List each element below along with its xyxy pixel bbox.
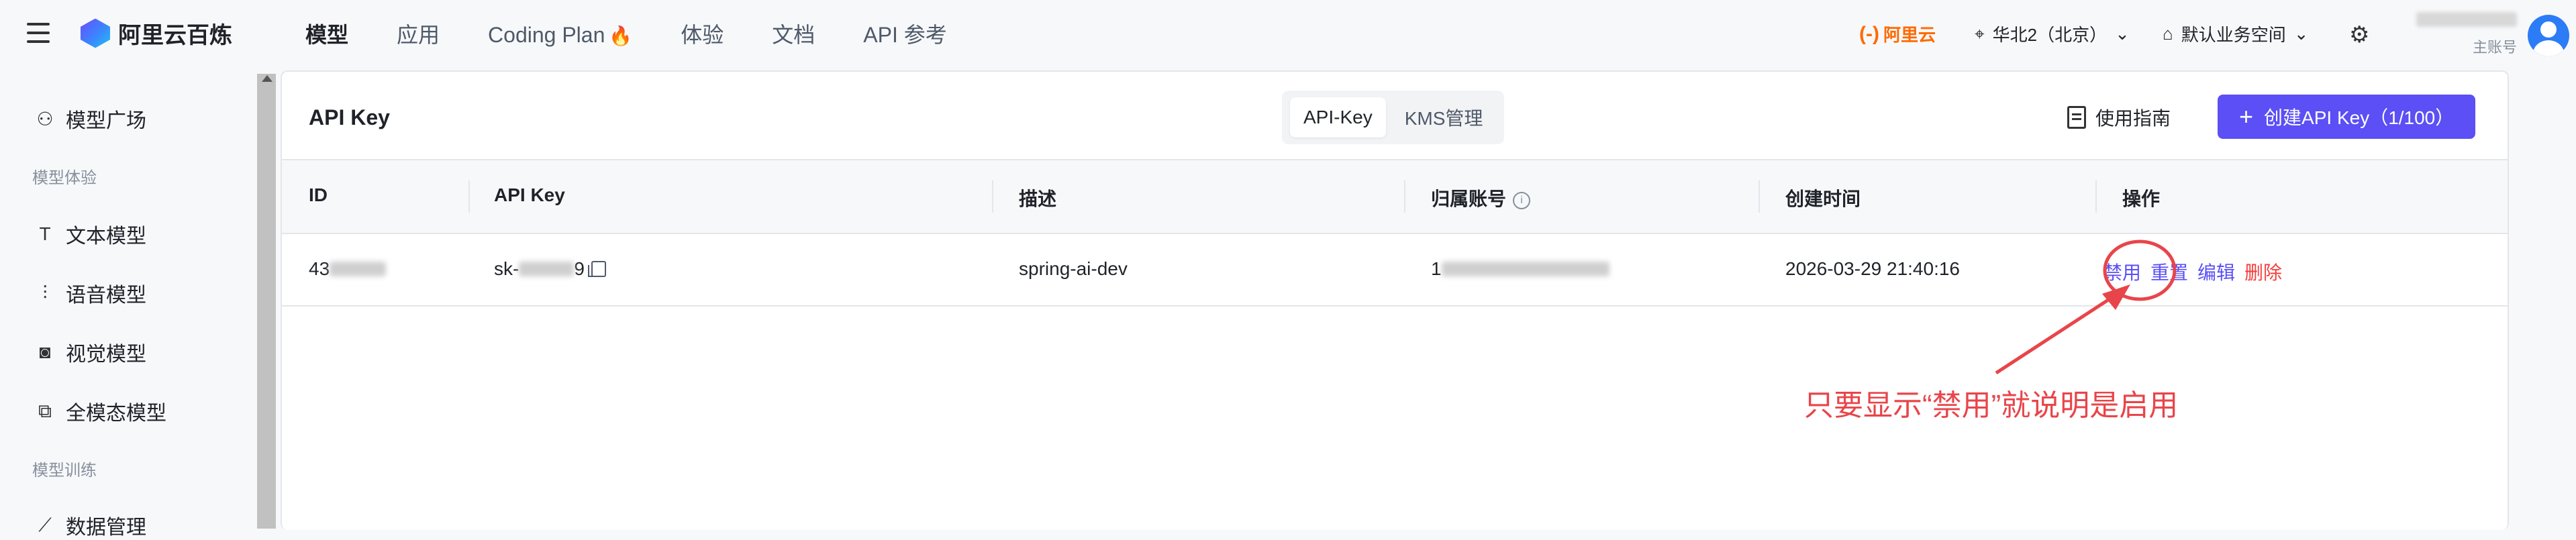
top-bar: 阿里云百炼 模型 应用 Coding Plan 🔥 体验 文档 API 参考 (-… xyxy=(0,0,2576,70)
column-header-id: ID xyxy=(309,184,328,205)
table-row: 43 sk- 9 spring-ai-dev 1 2026-03-29 21:4… xyxy=(282,233,2508,307)
info-icon[interactable]: i xyxy=(1513,191,1531,209)
sidebar-item-label: 模型广场 xyxy=(66,110,146,132)
column-header-account-label: 归属账号 xyxy=(1431,188,1507,209)
column-divider xyxy=(2095,180,2097,213)
home-icon: ⌂ xyxy=(2163,23,2173,44)
column-divider xyxy=(468,180,470,213)
redacted-block xyxy=(519,262,575,276)
chevron-down-icon: ⌄ xyxy=(2115,23,2130,44)
api-key-prefix: sk- xyxy=(494,258,519,279)
annotation-text: 只要显示“禁用”就说明是启用 xyxy=(1804,389,2179,422)
redacted-block xyxy=(1441,262,1609,276)
sidebar-item-audio-model[interactable]: ⫶ 语音模型 xyxy=(35,278,146,308)
sidebar-item-model-square[interactable]: ⚇ 模型广场 xyxy=(35,104,146,133)
tab-api-key[interactable]: API-Key xyxy=(1290,97,1386,138)
document-icon xyxy=(2067,106,2086,129)
account-prefix: 1 xyxy=(1431,258,1442,279)
redacted-block xyxy=(330,262,387,276)
avatar[interactable] xyxy=(2528,15,2569,56)
aliyun-logo-icon: (-) xyxy=(1859,22,1879,45)
camera-icon: ◙ xyxy=(39,341,51,362)
flame-icon: 🔥 xyxy=(609,25,633,46)
sidebar: ⚇ 模型广场 模型体验 T 文本模型 ⫶ 语音模型 ◙ 视觉模型 ⧉ 全模态模型… xyxy=(0,70,255,539)
account-type: 主账号 xyxy=(2472,39,2517,56)
create-api-key-button[interactable]: + 创建API Key（1/100） xyxy=(2218,95,2476,139)
scroll-up-icon[interactable] xyxy=(262,75,273,82)
id-prefix: 43 xyxy=(309,258,330,279)
cell-description: spring-ai-dev xyxy=(1019,258,1128,279)
copy-icon[interactable] xyxy=(587,261,606,277)
multimodal-icon: ⧉ xyxy=(38,400,52,421)
plus-icon: + xyxy=(2239,103,2254,130)
aliyun-link[interactable]: (-) 阿里云 xyxy=(1859,21,1936,46)
sidebar-item-label: 视觉模型 xyxy=(66,343,146,366)
account-name-redacted xyxy=(2416,12,2517,27)
sidebar-scrollbar[interactable] xyxy=(257,74,276,529)
nav-item-app[interactable]: 应用 xyxy=(397,19,440,52)
nav-item-coding-plan-label: Coding Plan xyxy=(488,23,605,47)
cell-id: 43 xyxy=(309,258,387,280)
cell-created-time: 2026-03-29 21:40:16 xyxy=(1785,258,1960,279)
column-header-account: 归属账号 i xyxy=(1431,184,1531,211)
tab-kms[interactable]: KMS管理 xyxy=(1391,95,1497,140)
sidebar-item-multimodal-model[interactable]: ⧉ 全模态模型 xyxy=(35,396,166,426)
location-icon: ⌖ xyxy=(1975,23,1985,44)
column-divider xyxy=(1404,180,1405,213)
workspace-label: 默认业务空间 xyxy=(2181,25,2286,45)
sidebar-item-label: 全模态模型 xyxy=(66,402,166,425)
region-selector[interactable]: ⌖ 华北2（北京） ⌄ xyxy=(1975,21,2130,46)
disable-button[interactable]: 禁用 xyxy=(2103,258,2141,285)
delete-button[interactable]: 删除 xyxy=(2244,258,2282,285)
sidebar-item-label: 语音模型 xyxy=(66,284,146,307)
table-header: ID API Key 描述 归属账号 i 创建时间 操作 xyxy=(282,159,2508,234)
cell-account: 1 xyxy=(1431,258,1609,280)
model-square-icon: ⚇ xyxy=(36,108,54,129)
reset-button[interactable]: 重置 xyxy=(2150,258,2188,285)
tab-group: API-Key KMS管理 xyxy=(1282,91,1505,144)
chart-icon: ⟋ xyxy=(38,514,52,535)
text-icon: T xyxy=(39,223,51,244)
sidebar-item-text-model[interactable]: T 文本模型 xyxy=(35,219,146,249)
sidebar-group-model-experience: 模型体验 xyxy=(32,169,97,187)
column-divider xyxy=(1758,180,1760,213)
page-title: API Key xyxy=(309,105,390,129)
nav-item-experience[interactable]: 体验 xyxy=(681,19,724,52)
sidebar-item-data-management[interactable]: ⟋ 数据管理 xyxy=(35,510,146,540)
workspace-selector[interactable]: ⌂ 默认业务空间 ⌄ xyxy=(2163,21,2309,46)
sidebar-item-vision-model[interactable]: ◙ 视觉模型 xyxy=(35,337,146,367)
main-nav: 模型 应用 Coding Plan 🔥 体验 文档 API 参考 xyxy=(305,19,995,52)
nav-item-docs[interactable]: 文档 xyxy=(772,19,815,52)
chevron-down-icon: ⌄ xyxy=(2293,23,2309,44)
nav-item-api-reference[interactable]: API 参考 xyxy=(863,19,946,52)
sidebar-group-model-training: 模型训练 xyxy=(32,462,97,480)
account-info[interactable]: 主账号 xyxy=(2403,12,2517,57)
sidebar-item-label: 文本模型 xyxy=(66,225,146,248)
bailian-logo-icon xyxy=(81,18,110,48)
column-header-actions: 操作 xyxy=(2122,188,2161,209)
brand-logo[interactable]: 阿里云百炼 xyxy=(81,17,232,50)
column-divider xyxy=(992,180,993,213)
nav-item-model[interactable]: 模型 xyxy=(305,19,348,52)
region-label: 华北2（北京） xyxy=(1992,25,2108,45)
create-api-key-label: 创建API Key（1/100） xyxy=(2264,107,2455,128)
edit-button[interactable]: 编辑 xyxy=(2197,258,2235,285)
cell-api-key: sk- 9 xyxy=(494,258,606,280)
aliyun-label: 阿里云 xyxy=(1883,25,1936,45)
menu-icon[interactable] xyxy=(27,23,50,43)
column-header-created: 创建时间 xyxy=(1785,188,1861,209)
column-header-description: 描述 xyxy=(1019,188,1057,209)
nav-item-coding-plan[interactable]: Coding Plan 🔥 xyxy=(488,19,632,52)
sidebar-item-label: 数据管理 xyxy=(66,517,146,539)
guide-label: 使用指南 xyxy=(2095,108,2171,129)
api-key-suffix: 9 xyxy=(574,258,585,279)
gear-icon[interactable]: ⚙ xyxy=(2349,21,2369,48)
brand-name: 阿里云百炼 xyxy=(118,23,232,48)
audio-icon: ⫶ xyxy=(42,282,48,303)
api-key-panel: API Key API-Key KMS管理 使用指南 + 创建API Key（1… xyxy=(281,70,2509,530)
cell-actions: 禁用 重置 编辑 删除 xyxy=(2103,258,2291,285)
column-header-api-key: API Key xyxy=(494,184,565,205)
guide-link[interactable]: 使用指南 xyxy=(2067,104,2171,131)
